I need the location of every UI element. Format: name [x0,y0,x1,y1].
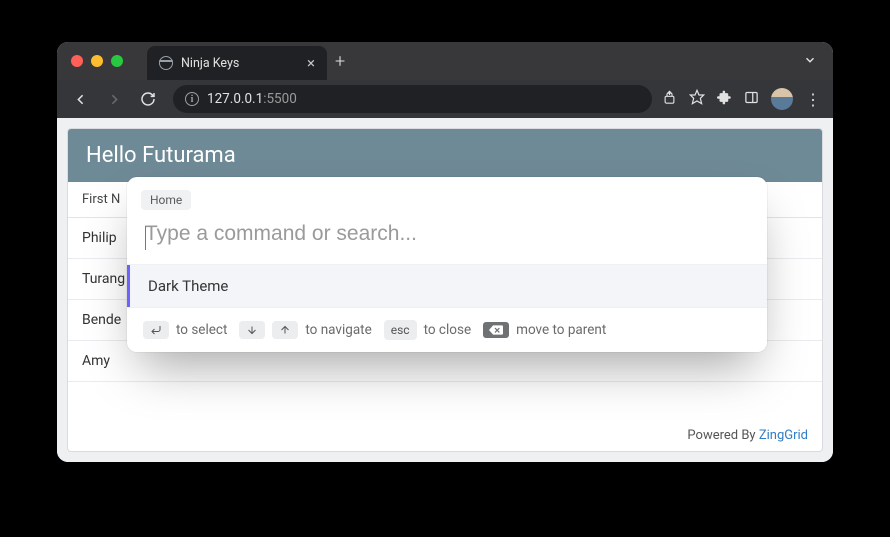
hint-select: to select [176,322,227,338]
address-bar[interactable]: i 127.0.0.1:5500 [173,85,652,113]
browser-tab[interactable]: Ninja Keys × [147,46,327,80]
toolbar-right: ⋮ [662,88,825,110]
minimize-window-button[interactable] [91,55,103,67]
close-tab-icon[interactable]: × [307,54,315,72]
globe-icon [159,56,173,70]
zinggrid-link[interactable]: ZingGrid [759,428,808,443]
browser-menu-icon[interactable]: ⋮ [805,90,821,109]
palette-footer: to select to navigate esc to close [127,307,767,352]
titlebar: Ninja Keys × + [57,42,833,80]
backspace-key-icon [483,322,509,338]
toolbar: i 127.0.0.1:5500 ⋮ [57,80,833,118]
esc-key-icon: esc [384,320,417,340]
page-viewport: Hello Futurama First N Philip Turang Ben… [57,118,833,462]
browser-window: Ninja Keys × + i 127.0.0.1:5500 [57,42,833,462]
text-caret [145,226,146,250]
command-palette: Home Dark Theme to select [127,177,767,352]
arrow-up-icon [272,321,298,339]
search-input[interactable] [145,222,749,246]
new-tab-button[interactable]: + [335,51,345,72]
panel-icon[interactable] [744,90,759,109]
hint-parent: move to parent [516,322,606,338]
search-row [127,210,767,264]
profile-avatar[interactable] [771,88,793,110]
traffic-lights [57,55,123,67]
enter-key-icon [143,321,169,339]
site-info-icon[interactable]: i [185,92,199,106]
grid-footer: Powered By ZingGrid [68,420,822,451]
arrow-down-icon [239,321,265,339]
results-list: Dark Theme [127,264,767,307]
reload-button[interactable] [133,84,163,114]
bookmark-star-icon[interactable] [689,89,705,109]
tab-title: Ninja Keys [181,56,239,71]
extensions-icon[interactable] [717,90,732,109]
hint-navigate: to navigate [305,322,371,338]
maximize-window-button[interactable] [111,55,123,67]
url-text: 127.0.0.1:5500 [207,91,297,107]
hint-close: to close [424,322,472,338]
close-window-button[interactable] [71,55,83,67]
breadcrumb-row: Home [127,177,767,210]
result-item[interactable]: Dark Theme [127,265,767,307]
tab-overflow-button[interactable] [803,52,817,71]
share-icon[interactable] [662,90,677,109]
page-title: Hello Futurama [68,129,822,182]
forward-button[interactable] [99,84,129,114]
breadcrumb[interactable]: Home [141,190,191,210]
back-button[interactable] [65,84,95,114]
